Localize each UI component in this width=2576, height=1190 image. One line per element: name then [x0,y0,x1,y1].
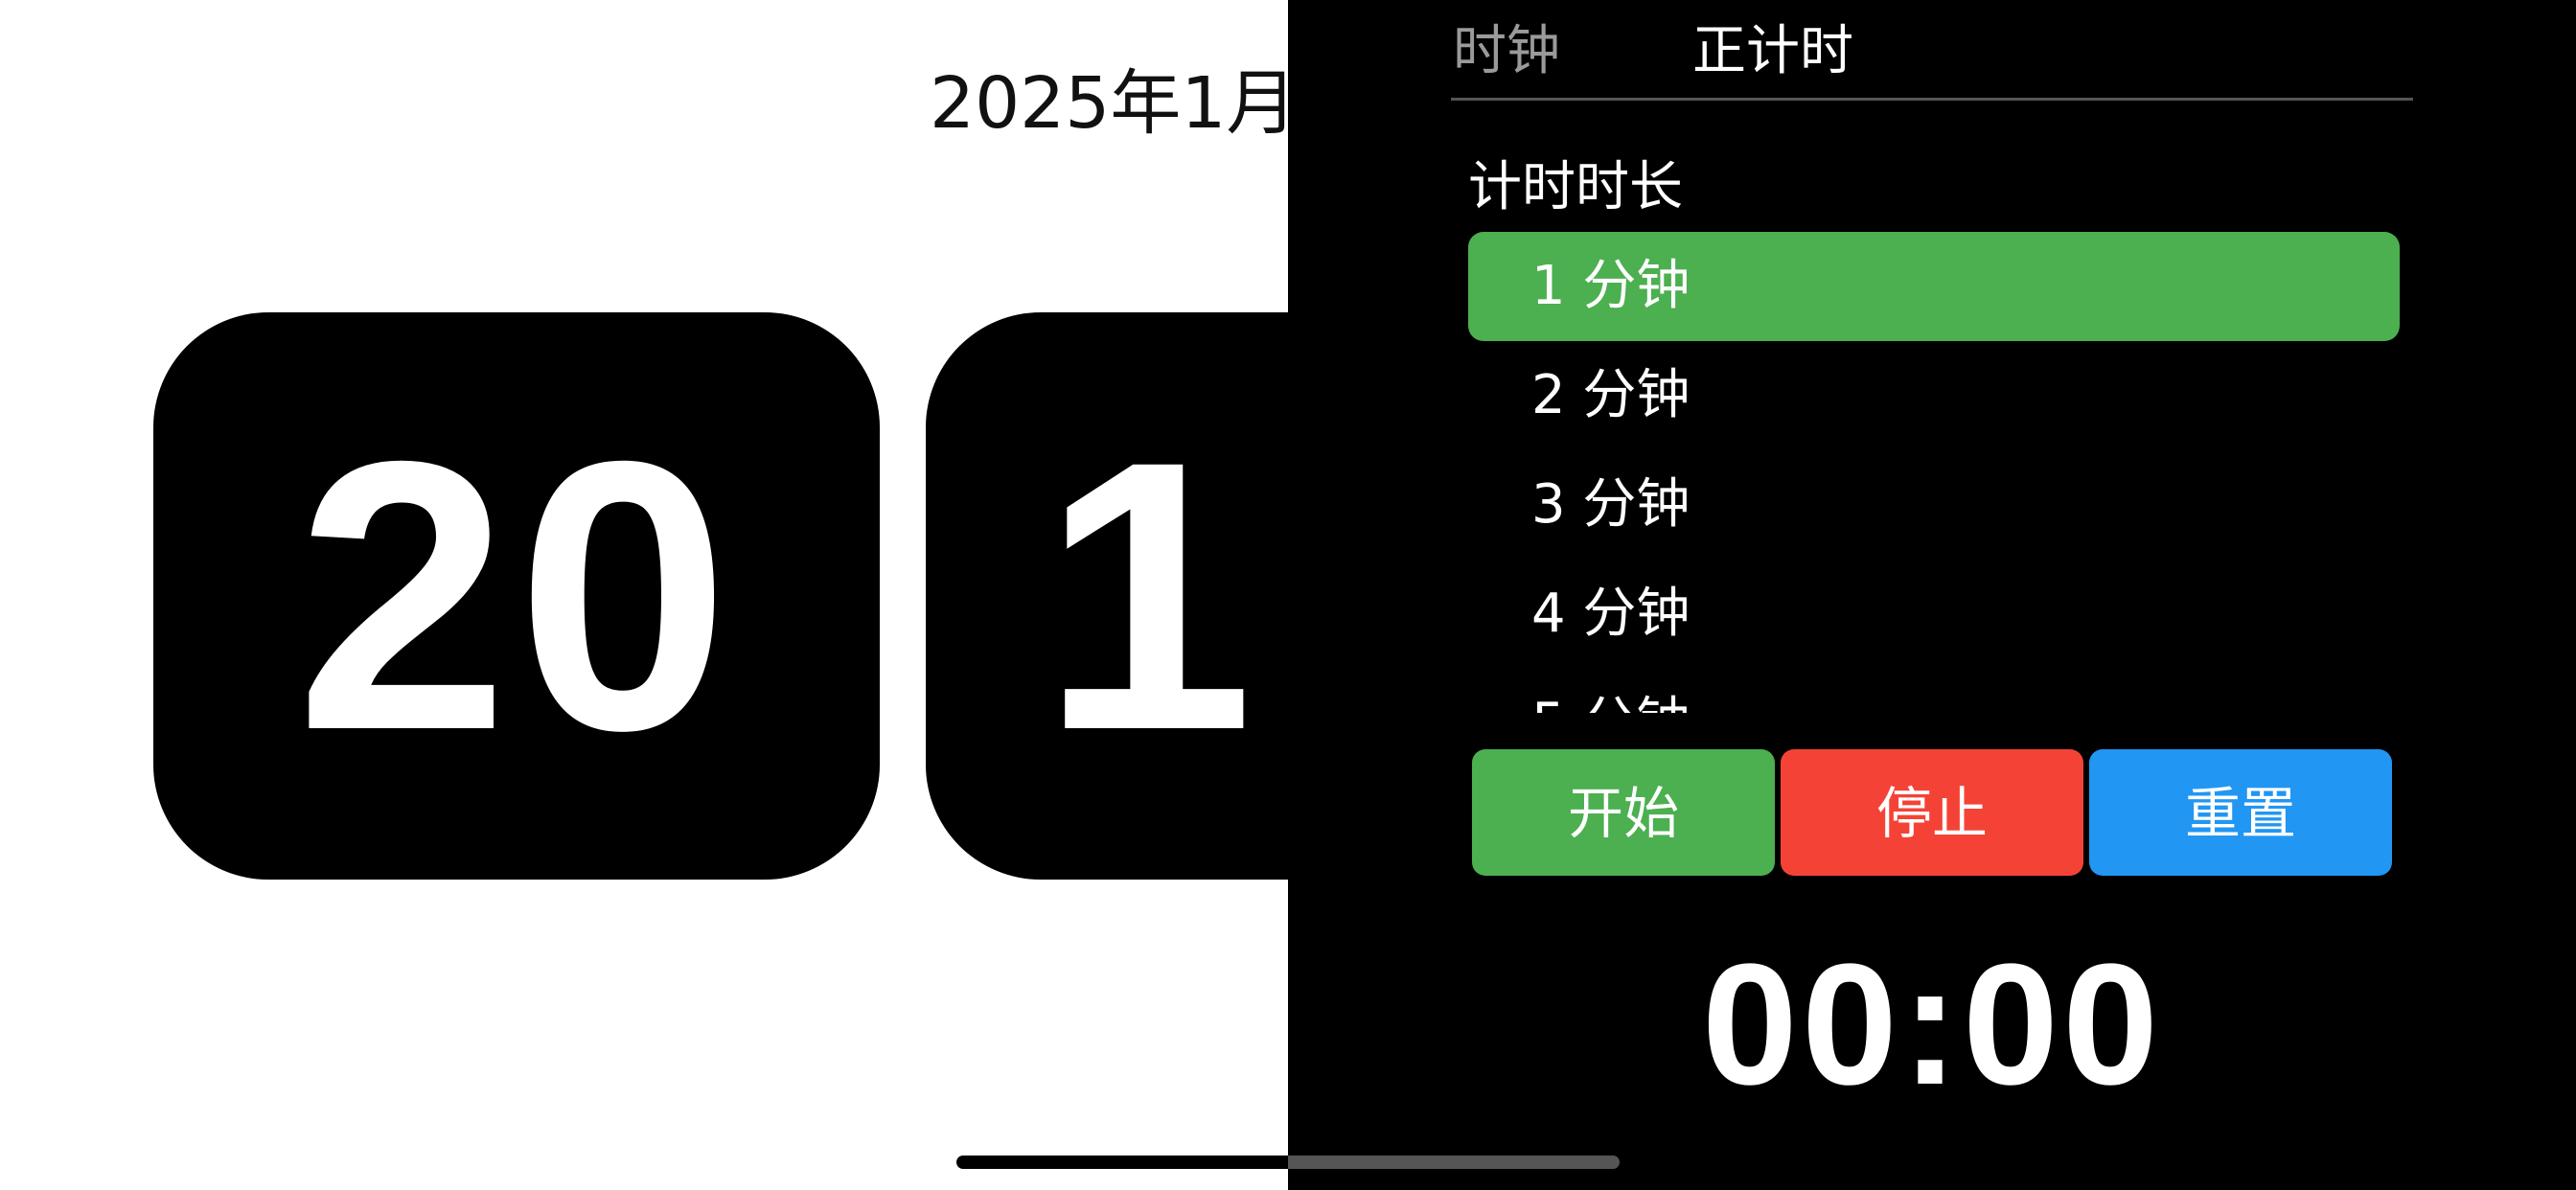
tab-stopwatch[interactable]: 正计时 [1692,8,1853,85]
tab-clock[interactable]: 时钟 [1453,8,1560,85]
duration-item-5min[interactable]: 5 分钟 [1468,669,2400,713]
home-indicator[interactable] [956,1156,1620,1169]
duration-section-label: 计时时长 [1468,156,1683,218]
app-screen: 2025年1月 20 1 时钟 正计时 计时时长 1 分钟 2 分钟 3 分钟 … [0,0,2576,1190]
timer-display: 00:00 [1701,928,2163,1121]
date-label: 2025年1月 [930,62,1298,145]
duration-item-4min[interactable]: 4 分钟 [1468,560,2400,669]
control-buttons: 开始 停止 重置 [1472,749,2396,876]
tab-divider [1451,98,2413,101]
reset-button[interactable]: 重置 [2089,749,2392,876]
stop-button[interactable]: 停止 [1781,749,2083,876]
duration-item-3min[interactable]: 3 分钟 [1468,450,2400,560]
hours-card: 20 [153,312,880,880]
start-button[interactable]: 开始 [1472,749,1775,876]
duration-item-1min[interactable]: 1 分钟 [1468,232,2400,341]
duration-item-2min[interactable]: 2 分钟 [1468,341,2400,450]
hours-digits: 20 [295,381,738,810]
duration-list[interactable]: 1 分钟 2 分钟 3 分钟 4 分钟 5 分钟 [1468,232,2400,713]
tab-bar: 时钟 正计时 [1453,0,2411,82]
stopwatch-panel: 时钟 正计时 计时时长 1 分钟 2 分钟 3 分钟 4 分钟 5 分钟 开始 … [1288,0,2576,1190]
home-indicator-right-half [1288,1156,1620,1169]
